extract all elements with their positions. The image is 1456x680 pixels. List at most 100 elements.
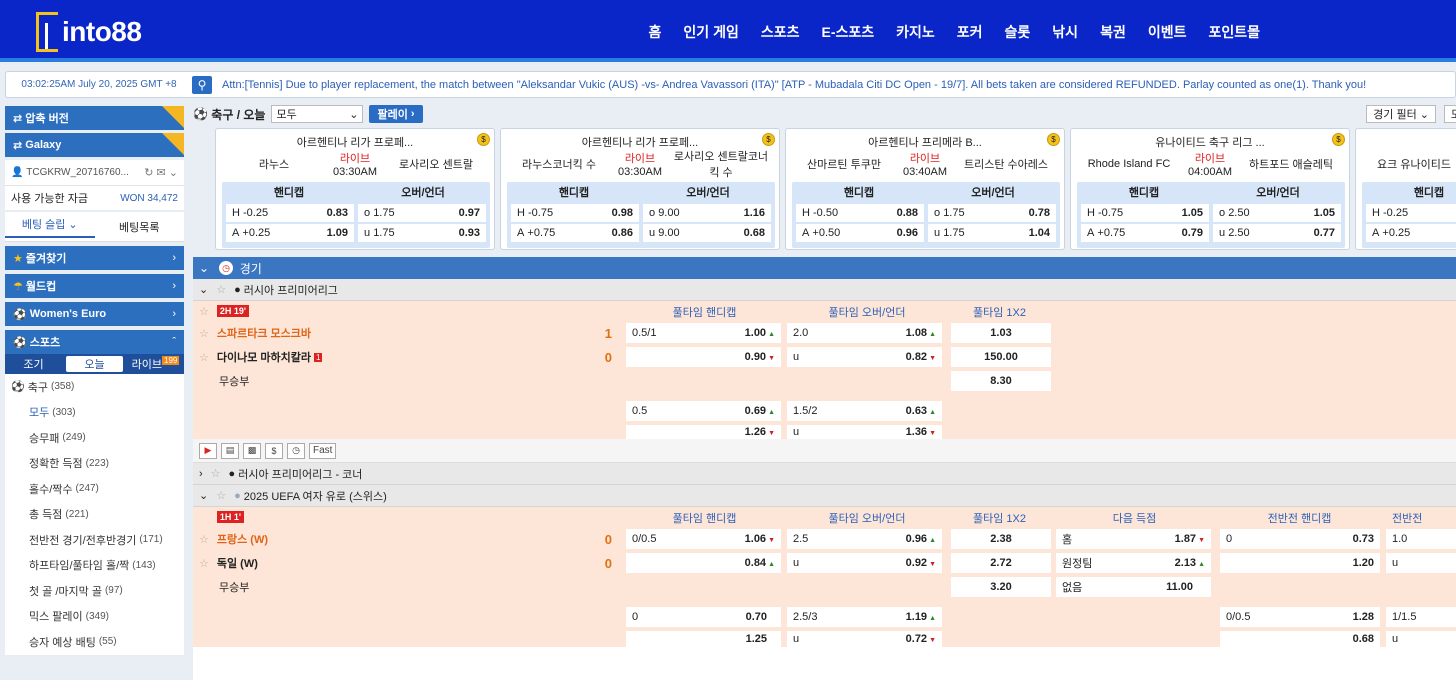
odds-cell[interactable]: 0 0.70 <box>626 607 781 627</box>
menu-soccer[interactable]: ⚽ 축구 (358) <box>5 374 184 400</box>
scoreboard-icon[interactable]: ▤ <box>221 442 239 459</box>
odds-cell[interactable]: 0/0.5 1.28 <box>1220 607 1380 627</box>
nav-point-mall[interactable]: 포인트몰 <box>1208 22 1260 42</box>
odds-cell[interactable]: 2.38 <box>951 529 1051 549</box>
odds-cell[interactable]: 홈 1.87 ▼ <box>1056 529 1211 549</box>
nav-esports[interactable]: E-스포츠 <box>821 22 874 42</box>
tab-early[interactable]: 조기 <box>5 356 62 372</box>
nav-casino[interactable]: 카지노 <box>896 22 935 42</box>
worldcup-section[interactable]: ☂ 월드컵 › <box>5 274 184 298</box>
odds-cell[interactable]: u 1.75 1.04 <box>928 224 1056 242</box>
odds-cell[interactable]: H -0.75 0.98 <box>511 204 639 222</box>
star-icon[interactable]: ☆ <box>211 467 221 480</box>
odds-cell[interactable]: 8.30 <box>951 371 1051 391</box>
odds-cell[interactable]: u 0.72 ▼ <box>787 631 942 647</box>
live-stream-icon[interactable]: ▶ <box>199 442 217 459</box>
odds-cell[interactable]: 0.5/1 1.00 ▲ <box>626 323 781 343</box>
odds-cell[interactable]: H -0.75 1.05 <box>1081 204 1209 222</box>
brand-logo[interactable]: into88 <box>36 10 142 54</box>
live-card[interactable]: 아르헨티나 리가 프로페... $ 라누스코너킥 수 라이브 03:30AM 로사리오 센… <box>500 128 780 250</box>
odds-cell[interactable]: 0.68 <box>1220 631 1380 647</box>
odds-cell[interactable]: 없음 11.00 <box>1056 577 1211 597</box>
odds-cell[interactable]: A +0.75 0.79 <box>1081 224 1209 242</box>
odds-cell[interactable]: u 0.82 ▼ <box>787 347 942 367</box>
league-row[interactable]: ⌄ ☆ ● 러시아 프리미어리그 <box>193 279 1456 301</box>
league-row[interactable]: › ☆ ● 러시아 프리미어리그 - 코너 <box>193 463 1456 485</box>
menu-item-1x2[interactable]: 승무패 (249) <box>5 425 184 451</box>
menu-item-all[interactable]: 모두 (303) <box>5 400 184 426</box>
nav-popular-games[interactable]: 인기 게임 <box>683 22 738 42</box>
match-filter-button[interactable]: 경기 필터 ⌄ <box>1366 105 1436 123</box>
nav-slots[interactable]: 슬롯 <box>1005 22 1031 42</box>
star-icon[interactable]: ☆ <box>199 351 209 364</box>
ticker-message[interactable]: Attn:[Tennis] Due to player replacement,… <box>222 79 1366 91</box>
search-icon[interactable]: ⚲ <box>192 75 212 94</box>
odds-cell[interactable]: u 0.92 ▼ <box>787 553 942 573</box>
odds-cell[interactable]: o 2.50 1.05 <box>1213 204 1341 222</box>
menu-item-outright[interactable]: 승자 예상 배팅 (55) <box>5 629 184 655</box>
live-card[interactable]: 캐$요크 유나이티드핸디캡오버/언더H -0.25o A +0.25u <box>1355 128 1456 250</box>
nav-lottery[interactable]: 복권 <box>1100 22 1126 42</box>
odds-cell[interactable]: o 1.75 0.78 <box>928 204 1056 222</box>
compact-version-button[interactable]: ⇄ 압축 버전 <box>5 106 184 130</box>
odds-cell[interactable]: 2.72 <box>951 553 1051 573</box>
refresh-icon[interactable]: ↻ ✉ ⌄ <box>144 166 178 179</box>
star-icon[interactable]: ☆ <box>216 283 226 296</box>
live-card[interactable]: 아르헨티나 프리메라 B... $ 산마르틴 투쿠만 라이브 03:40AM 트리스탄 수… <box>785 128 1065 250</box>
market-select[interactable]: 모두 ⌄ <box>271 105 364 123</box>
odds-cell[interactable]: o 9.00 1.16 <box>643 204 771 222</box>
galaxy-button[interactable]: ⇄ Galaxy <box>5 133 184 157</box>
odds-cell[interactable]: 1.20 <box>1220 553 1380 573</box>
odds-cell[interactable]: H -0.25 <box>1366 204 1456 222</box>
odds-cell[interactable]: A +0.25 1.09 <box>226 224 354 242</box>
league-row[interactable]: ⌄ ☆ ● 2025 UEFA 여자 유로 (스위스) <box>193 485 1456 507</box>
cashout-icon[interactable]: $ <box>265 442 283 459</box>
odds-cell[interactable]: 0.5 0.69 ▲ <box>626 401 781 421</box>
tab-today[interactable]: 오늘 <box>66 356 123 372</box>
tab-bet-slip[interactable]: 베팅 슬립 ⌄ <box>5 216 95 238</box>
nav-sports[interactable]: 스포츠 <box>761 22 800 42</box>
star-icon[interactable]: ☆ <box>199 327 209 340</box>
odds-cell[interactable]: u 9.00 0.68 <box>643 224 771 242</box>
odds-cell[interactable]: A +0.25 <box>1366 224 1456 242</box>
parlay-button[interactable]: 팔레이 › <box>369 105 423 123</box>
odds-cell[interactable]: A +0.50 0.96 <box>796 224 924 242</box>
odds-cell[interactable]: 원정팀 2.13 ▲ <box>1056 553 1211 573</box>
odds-cell[interactable]: 0/0.5 1.06 ▼ <box>626 529 781 549</box>
odds-cell[interactable]: 2.5/3 1.19 ▲ <box>787 607 942 627</box>
fast-bet-button[interactable]: Fast <box>309 442 337 459</box>
odds-cell[interactable]: 1.5/2 0.63 ▲ <box>787 401 942 421</box>
odds-cell[interactable]: H -0.25 0.83 <box>226 204 354 222</box>
menu-item-ht-ft-odd-even[interactable]: 하프타임/풀타임 홀/짝 (143) <box>5 553 184 579</box>
star-icon[interactable]: ☆ <box>216 489 226 502</box>
stats-icon[interactable]: ▩ <box>243 442 261 459</box>
menu-item-halftime-fulltime[interactable]: 전반전 경기/전후반경기 (171) <box>5 527 184 553</box>
star-icon[interactable]: ☆ <box>199 305 209 318</box>
odds-cell[interactable]: 0 0.73 <box>1220 529 1380 549</box>
odds-cell[interactable]: 1/1.5 <box>1386 607 1456 627</box>
star-icon[interactable]: ☆ <box>199 533 209 546</box>
womens-euro-section[interactable]: ⚽ Women's Euro › <box>5 302 184 326</box>
live-card[interactable]: 아르헨티나 리가 프로페... $ 라누스 라이브 03:30AM 로사리오 센트랄 핸디캡… <box>215 128 495 250</box>
menu-item-odd-even[interactable]: 홀수/짝수 (247) <box>5 476 184 502</box>
odds-cell[interactable]: 0.90 ▼ <box>626 347 781 367</box>
favorites-section[interactable]: ★ 즐겨찾기 › <box>5 246 184 270</box>
odds-cell[interactable]: u <box>1386 553 1456 573</box>
odds-cell[interactable]: u 1.36 ▼ <box>787 425 942 439</box>
odds-cell[interactable]: H -0.50 0.88 <box>796 204 924 222</box>
nav-events[interactable]: 이벤트 <box>1148 22 1187 42</box>
odds-cell[interactable]: 1.25 <box>626 631 781 647</box>
matches-bar[interactable]: ⌄ ◷ 경기 <box>193 257 1456 279</box>
menu-item-correct-score[interactable]: 정확한 득점 (223) <box>5 451 184 477</box>
star-icon[interactable]: ☆ <box>199 557 209 570</box>
odds-cell[interactable]: u <box>1386 631 1456 647</box>
menu-item-mix-parlay[interactable]: 믹스 팔레이 (349) <box>5 604 184 630</box>
odds-cell[interactable]: 2.5 0.96 ▲ <box>787 529 942 549</box>
odds-cell[interactable]: 3.20 <box>951 577 1051 597</box>
odds-cell[interactable]: 1.03 <box>951 323 1051 343</box>
nav-home[interactable]: 홈 <box>649 22 662 42</box>
odds-cell[interactable]: 150.00 <box>951 347 1051 367</box>
odds-cell[interactable]: 1.26 ▼ <box>626 425 781 439</box>
nav-poker[interactable]: 포커 <box>957 22 983 42</box>
more-select[interactable]: 모 <box>1443 105 1456 123</box>
